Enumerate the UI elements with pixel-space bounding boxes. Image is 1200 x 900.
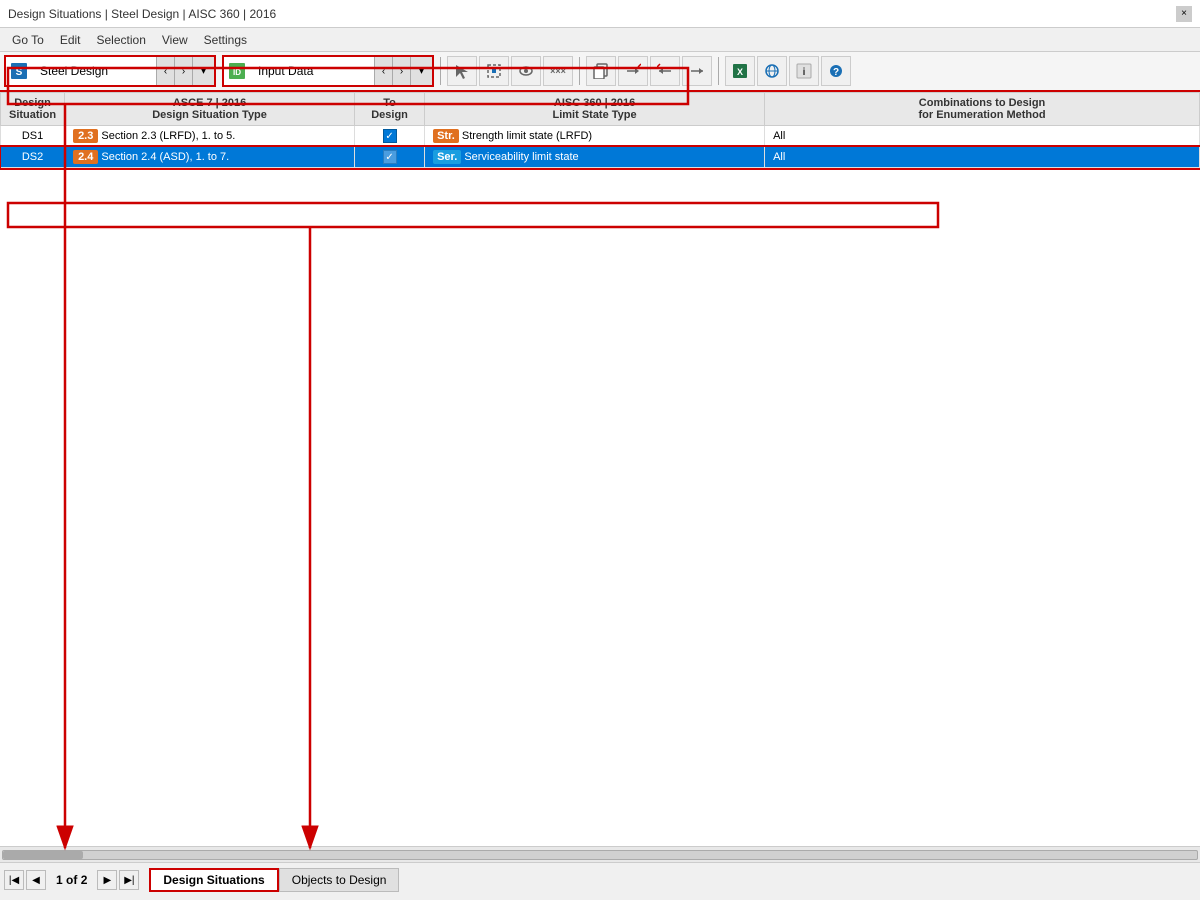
info-icon: i [796, 63, 812, 79]
input-data-prev-btn[interactable]: ‹ [374, 57, 392, 85]
nav-last-btn[interactable]: ▶| [119, 870, 139, 890]
view-button[interactable] [511, 56, 541, 86]
arrow-right-button[interactable] [682, 56, 712, 86]
globe-button[interactable] [757, 56, 787, 86]
ds2-to-design[interactable]: ✓ [355, 147, 425, 168]
menu-edit[interactable]: Edit [52, 31, 89, 49]
ds2-id: DS2 [1, 147, 65, 168]
ds2-limit-badge: Ser. [433, 150, 461, 164]
menu-bar: Go To Edit Selection View Settings [0, 28, 1200, 52]
steel-design-prev-btn[interactable]: ‹ [156, 57, 174, 85]
input-data-next-btn[interactable]: › [392, 57, 410, 85]
copy-icon [593, 63, 609, 79]
toolbar: S Steel Design ‹ › ▾ ID Input Data ‹ › ▾ [0, 52, 1200, 92]
cursor-icon [454, 63, 470, 79]
input-data-combo-text: Input Data [250, 64, 370, 78]
copy-button[interactable] [586, 56, 616, 86]
nav-bar: |◀ ◀ 1 of 2 ▶ ▶| Design Situations Objec… [0, 863, 1200, 897]
tab-bar: Design Situations Objects to Design [149, 868, 399, 892]
nav-prev-btn[interactable]: ◀ [26, 870, 46, 890]
cursor-button[interactable] [447, 56, 477, 86]
arrow-left-button[interactable] [650, 56, 680, 86]
delete-arrow-button[interactable] [618, 56, 648, 86]
ds1-to-design[interactable]: ✓ [355, 126, 425, 147]
steel-design-next-btn[interactable]: › [174, 57, 192, 85]
ds2-checkbox[interactable]: ✓ [383, 150, 397, 164]
header-combinations: Combinations to Design for Enumeration M… [765, 93, 1200, 126]
header-to-design: To Design [355, 93, 425, 126]
delete-arrow-icon [625, 63, 641, 79]
xxx-button[interactable]: ××× [543, 56, 573, 86]
input-data-dropdown-btn[interactable]: ▾ [410, 57, 432, 85]
help-button[interactable]: ? [821, 56, 851, 86]
steel-design-combo[interactable]: S Steel Design ‹ › ▾ [4, 55, 216, 87]
svg-text:?: ? [833, 67, 839, 78]
menu-selection[interactable]: Selection [89, 31, 154, 49]
input-data-combo[interactable]: ID Input Data ‹ › ▾ [222, 55, 434, 87]
table-header: Design Situation ASCE 7 | 2016 Design Si… [1, 93, 1200, 126]
header-aisc-type: AISC 360 | 2016 Limit State Type [425, 93, 765, 126]
globe-icon [764, 63, 780, 79]
menu-goto[interactable]: Go To [4, 31, 52, 49]
tab-objects-to-design[interactable]: Objects to Design [279, 868, 400, 892]
nav-page-label: 1 of 2 [48, 873, 95, 887]
select-icon [486, 63, 502, 79]
svg-text:X: X [737, 67, 743, 77]
toolbar-sep-1 [440, 57, 441, 85]
toolbar-sep-3 [718, 57, 719, 85]
ds1-combinations: All [765, 126, 1200, 147]
table-row-ds2[interactable]: DS2 2.4 Section 2.4 (ASD), 1. to 7. ✓ Se… [1, 147, 1200, 168]
table-row-ds1[interactable]: DS1 2.3 Section 2.3 (LRFD), 1. to 5. ✓ S… [1, 126, 1200, 147]
help-icon: ? [828, 63, 844, 79]
ds2-aisc-type: Ser. Serviceability limit state [425, 147, 765, 168]
eye-icon [518, 63, 534, 79]
ds1-checkbox[interactable]: ✓ [383, 129, 397, 143]
ds2-badge: 2.4 [73, 150, 98, 164]
ds1-aisc-type: Str. Strength limit state (LRFD) [425, 126, 765, 147]
arrow-right-icon [689, 63, 705, 79]
info-button[interactable]: i [789, 56, 819, 86]
header-design-situation: Design Situation [1, 93, 65, 126]
svg-text:i: i [803, 67, 806, 78]
nav-next-btn[interactable]: ▶ [97, 870, 117, 890]
ds1-asce-type: 2.3 Section 2.3 (LRFD), 1. to 5. [65, 126, 355, 147]
tab-design-situations[interactable]: Design Situations [149, 868, 278, 892]
svg-text:S: S [16, 67, 23, 78]
window-title: Design Situations | Steel Design | AISC … [8, 7, 276, 21]
toolbar-sep-2 [579, 57, 580, 85]
scrollbar-track[interactable] [2, 850, 1198, 860]
design-situations-table: Design Situation ASCE 7 | 2016 Design Si… [0, 92, 1200, 168]
ds2-asce-type: 2.4 Section 2.4 (ASD), 1. to 7. [65, 147, 355, 168]
select-button[interactable] [479, 56, 509, 86]
steel-design-icon: S [10, 62, 28, 80]
scrollbar-thumb[interactable] [3, 851, 83, 859]
main-content: Design Situation ASCE 7 | 2016 Design Si… [0, 92, 1200, 846]
ds1-badge: 2.3 [73, 129, 98, 143]
scrollbar-area[interactable] [0, 847, 1200, 863]
excel-button[interactable]: X [725, 56, 755, 86]
ds1-id: DS1 [1, 126, 65, 147]
xxx-icon: ××× [550, 66, 566, 76]
menu-view[interactable]: View [154, 31, 196, 49]
svg-text:ID: ID [233, 68, 241, 77]
menu-settings[interactable]: Settings [196, 31, 255, 49]
status-bar: |◀ ◀ 1 of 2 ▶ ▶| Design Situations Objec… [0, 846, 1200, 900]
excel-icon: X [732, 63, 748, 79]
header-asce-type: ASCE 7 | 2016 Design Situation Type [65, 93, 355, 126]
close-button[interactable]: × [1176, 6, 1192, 22]
title-bar: Design Situations | Steel Design | AISC … [0, 0, 1200, 28]
nav-first-btn[interactable]: |◀ [4, 870, 24, 890]
ds1-limit-badge: Str. [433, 129, 459, 143]
steel-design-combo-text: Steel Design [32, 64, 152, 78]
input-data-icon: ID [228, 62, 246, 80]
ds2-combinations: All [765, 147, 1200, 168]
steel-design-dropdown-btn[interactable]: ▾ [192, 57, 214, 85]
arrow-left-icon [657, 63, 673, 79]
